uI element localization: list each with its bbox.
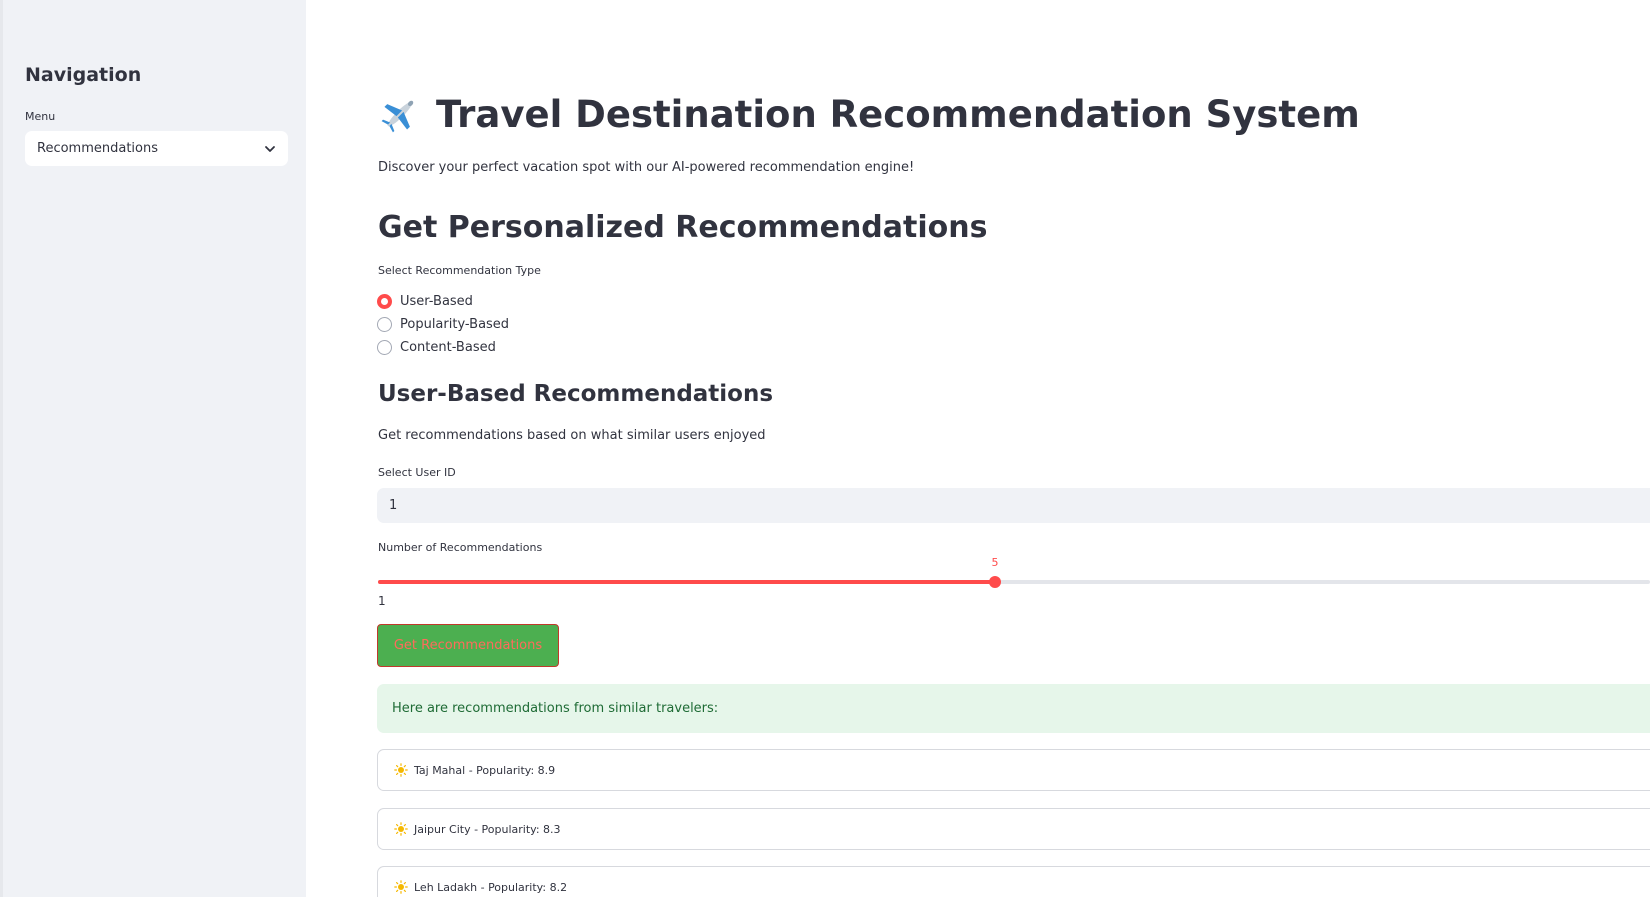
- sun-icon: [394, 763, 408, 777]
- sun-icon: [394, 822, 408, 836]
- menu-select-value: Recommendations: [37, 141, 159, 156]
- recommendation-card: Leh Ladakh - Popularity: 8.2: [377, 866, 1650, 897]
- radio-content-based[interactable]: Content-Based: [377, 336, 509, 359]
- app-root: Navigation Menu Recommendations Travel D…: [0, 0, 1650, 897]
- rec-type-label: Select Recommendation Type: [378, 264, 541, 277]
- menu-select[interactable]: Recommendations: [25, 131, 288, 166]
- recommendation-card: Taj Mahal - Popularity: 8.9: [377, 749, 1650, 791]
- page-subtitle: Discover your perfect vacation spot with…: [378, 160, 915, 175]
- slider-min-label: 1: [378, 594, 386, 608]
- sidebar: Navigation Menu Recommendations: [0, 0, 306, 897]
- num-recs-label: Number of Recommendations: [378, 541, 543, 554]
- sun-icon: [394, 880, 408, 894]
- rec-type-radio-group: User-Based Popularity-Based Content-Base…: [377, 290, 509, 359]
- menu-label: Menu: [25, 110, 56, 123]
- radio-label: Popularity-Based: [400, 317, 510, 332]
- radio-button-selected[interactable]: [377, 294, 392, 309]
- slider-value: 5: [991, 556, 999, 569]
- radio-button[interactable]: [377, 340, 392, 355]
- get-recommendations-button[interactable]: Get Recommendations: [377, 624, 559, 667]
- radio-label: Content-Based: [400, 340, 496, 355]
- user-id-input[interactable]: 1: [377, 488, 1650, 523]
- recommendation-card: Jaipur City - Popularity: 8.3: [377, 808, 1650, 850]
- recommendation-text: Jaipur City - Popularity: 8.3: [414, 822, 561, 836]
- radio-user-based[interactable]: User-Based: [377, 290, 509, 313]
- num-recs-slider[interactable]: 5: [378, 556, 1650, 596]
- page-title-text: Travel Destination Recommendation System: [436, 92, 1360, 136]
- airplane-icon: [381, 100, 414, 133]
- chevron-down-icon: [265, 145, 275, 152]
- success-alert: Here are recommendations from similar tr…: [377, 684, 1650, 733]
- slider-thumb[interactable]: [989, 576, 1001, 588]
- sidebar-title: Navigation: [25, 64, 142, 86]
- radio-popularity-based[interactable]: Popularity-Based: [377, 313, 509, 336]
- page-title: Travel Destination Recommendation System: [378, 92, 1360, 136]
- slider-fill: [378, 580, 995, 584]
- main-content: Travel Destination Recommendation System…: [306, 0, 1650, 897]
- user-id-label: Select User ID: [378, 466, 456, 479]
- recommendation-text: Taj Mahal - Popularity: 8.9: [414, 763, 556, 777]
- radio-label: User-Based: [400, 294, 473, 309]
- section-title: Get Personalized Recommendations: [378, 210, 988, 245]
- user-id-value: 1: [389, 498, 398, 513]
- success-message: Here are recommendations from similar tr…: [392, 701, 719, 716]
- subsection-title: User-Based Recommendations: [378, 381, 774, 407]
- subsection-description: Get recommendations based on what simila…: [378, 428, 766, 443]
- recommendation-text: Leh Ladakh - Popularity: 8.2: [414, 880, 568, 894]
- radio-button[interactable]: [377, 317, 392, 332]
